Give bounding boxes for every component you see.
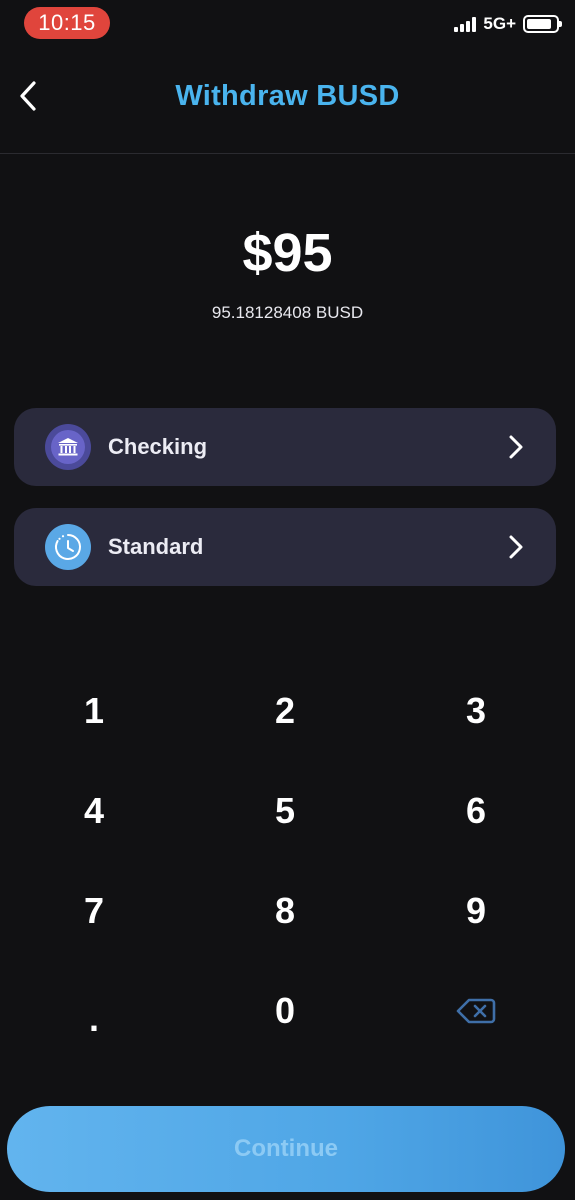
amount-crypto: 95.18128408 BUSD — [211, 303, 364, 322]
continue-button[interactable]: Continue — [7, 1106, 565, 1192]
key-0[interactable]: 0 — [215, 966, 355, 1056]
status-time: 10:15 — [24, 7, 110, 39]
battery-icon — [523, 15, 562, 33]
backspace-icon — [456, 998, 496, 1024]
status-indicators: 5G+ — [454, 14, 562, 34]
battery-level — [527, 19, 551, 29]
header: Withdraw BUSD — [0, 56, 575, 154]
key-3[interactable]: 3 — [406, 666, 546, 756]
key-5[interactable]: 5 — [215, 766, 355, 856]
key-7[interactable]: 7 — [24, 866, 164, 956]
key-1[interactable]: 1 — [24, 666, 164, 756]
key-4[interactable]: 4 — [24, 766, 164, 856]
key-6[interactable]: 6 — [406, 766, 546, 856]
backspace-button[interactable] — [406, 966, 546, 1056]
account-selector[interactable]: Checking — [14, 408, 556, 486]
key-8[interactable]: 8 — [215, 866, 355, 956]
account-label: Checking — [108, 434, 208, 459]
cellular-signal-icon — [454, 16, 477, 32]
key-2[interactable]: 2 — [215, 666, 355, 756]
status-bar: 10:15 5G+ — [0, 0, 575, 48]
amount-fiat: $95 — [242, 223, 333, 283]
withdraw-screen: 10:15 5G+ Withdraw BUSD $95 95.18128408 … — [0, 0, 575, 1200]
speed-selector[interactable]: Standard — [14, 508, 556, 586]
page-title: Withdraw BUSD — [175, 80, 400, 112]
bank-icon — [45, 424, 91, 470]
key-decimal[interactable]: . — [24, 966, 164, 1056]
clock-icon — [45, 524, 91, 570]
key-9[interactable]: 9 — [406, 866, 546, 956]
speed-label: Standard — [108, 534, 204, 559]
network-type: 5G+ — [483, 14, 516, 33]
chevron-right-icon — [509, 535, 523, 559]
chevron-right-icon — [509, 435, 523, 459]
